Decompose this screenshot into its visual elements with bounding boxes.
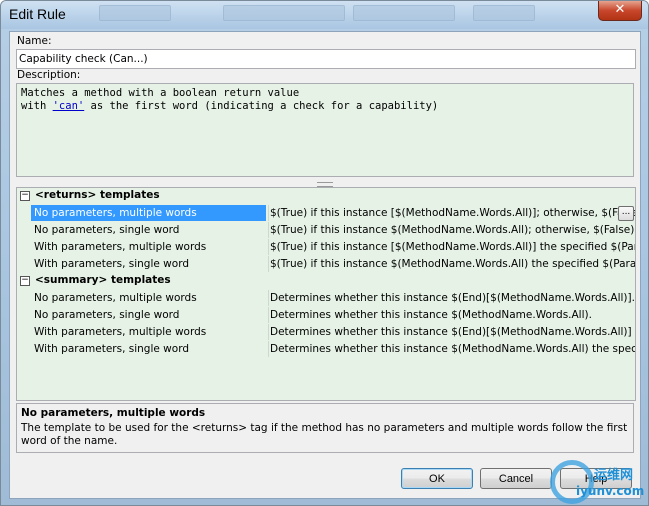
name-label: Name: [17,35,52,47]
template-name[interactable]: With parameters, single word [31,256,266,272]
category-row-returns[interactable]: − <returns> templates [17,188,635,205]
template-row[interactable]: With parameters, multiple words Determin… [17,324,635,341]
template-value[interactable]: Determines whether this instance $(Metho… [268,341,635,357]
ok-button[interactable]: OK [401,468,473,489]
template-row[interactable]: With parameters, multiple words $(True) … [17,239,635,256]
category-label: <summary> templates [35,274,171,286]
collapse-icon[interactable]: − [20,276,30,286]
templates-grid: − <returns> templates No parameters, mul… [16,187,636,401]
template-name[interactable]: No parameters, multiple words [31,290,266,306]
template-row[interactable]: With parameters, single word Determines … [17,341,635,358]
description-label: Description: [17,69,81,81]
background-tab [353,5,455,21]
template-value[interactable]: $(True) if this instance [$(MethodName.W… [268,239,635,255]
background-tab [473,5,535,21]
template-row[interactable]: No parameters, single word Determines wh… [17,307,635,324]
template-value-text: Determines whether this instance $(End)[… [270,292,635,304]
description-line: with 'can' as the first word (indicating… [21,100,633,113]
template-value[interactable]: $(True) if this instance [$(MethodName.W… [268,205,635,221]
template-name[interactable]: With parameters, multiple words [31,324,266,340]
description-text: as the first word (indicating a check fo… [84,100,439,112]
edit-rule-dialog: Edit Rule ✕ Name: Capability check (Can.… [0,0,649,506]
dialog-body: Name: Capability check (Can...) Descript… [9,31,645,504]
template-row[interactable]: No parameters, single word $(True) if th… [17,222,635,239]
close-button[interactable]: ✕ [598,1,642,21]
template-value[interactable]: Determines whether this instance $(End)[… [268,324,635,340]
help-description: The template to be used for the <returns… [21,422,628,447]
template-value[interactable]: Determines whether this instance $(End)[… [268,290,635,306]
name-field[interactable]: Capability check (Can...) [16,49,636,69]
template-value[interactable]: $(True) if this instance $(MethodName.Wo… [268,256,635,272]
template-name[interactable]: No parameters, single word [31,222,266,238]
template-value-text: $(True) if this instance [$(MethodName.W… [270,241,635,253]
template-value-text: $(True) if this instance $(MethodName.Wo… [270,224,635,236]
description-line: Matches a method with a boolean return v… [21,87,300,99]
template-value-text: $(True) if this instance $(MethodName.Wo… [270,258,635,270]
template-value[interactable]: $(True) if this instance $(MethodName.Wo… [268,222,635,238]
collapse-icon[interactable]: − [20,191,30,201]
background-tab [99,5,171,21]
template-value-text: $(True) if this instance [$(MethodName.W… [270,207,635,219]
template-row[interactable]: No parameters, multiple words Determines… [17,290,635,307]
template-name[interactable]: No parameters, multiple words [31,205,266,221]
template-row[interactable]: No parameters, multiple words $(True) if… [17,205,635,222]
template-value-text: Determines whether this instance $(Metho… [270,343,635,355]
title-bar[interactable]: Edit Rule ✕ [1,1,648,29]
category-row-summary[interactable]: − <summary> templates [17,273,635,290]
description-field[interactable]: Matches a method with a boolean return v… [16,83,634,177]
background-tab [223,5,345,21]
template-name[interactable]: With parameters, multiple words [31,239,266,255]
close-icon: ✕ [614,2,626,17]
watermark-text-en: iyunv.com [576,484,645,498]
cancel-button[interactable]: Cancel [480,468,552,489]
template-value-text: Determines whether this instance $(End)[… [270,326,635,338]
template-row[interactable]: With parameters, single word $(True) if … [17,256,635,273]
help-panel: No parameters, multiple words The templa… [16,403,634,453]
help-title: No parameters, multiple words [21,407,206,419]
ellipsis-button[interactable]: ... [618,206,634,221]
category-label: <returns> templates [35,189,160,201]
template-name[interactable]: With parameters, single word [31,341,266,357]
description-text: with [21,100,53,112]
template-name[interactable]: No parameters, single word [31,307,266,323]
window-title: Edit Rule [9,6,66,22]
template-value-text: Determines whether this instance $(Metho… [270,309,592,321]
can-link[interactable]: 'can' [53,100,85,112]
template-value[interactable]: Determines whether this instance $(Metho… [268,307,635,323]
watermark-text-cn: 运维网 [594,468,634,483]
